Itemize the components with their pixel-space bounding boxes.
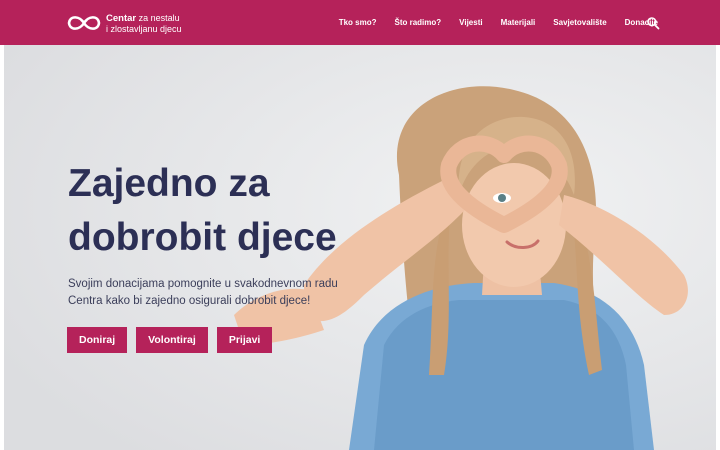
hero-title-line1: Zajedno za [68, 162, 270, 205]
hero-buttons: Doniraj Volontiraj Prijavi [67, 327, 281, 353]
nav-materijali[interactable]: Materijali [501, 18, 536, 27]
hero-subtitle: Svojim donacijama pomognite u svakodnevn… [68, 276, 388, 310]
logo-line2: i zlostavljanu djecu [106, 23, 182, 34]
nav-savjetovaliste[interactable]: Savjetovalište [553, 18, 606, 27]
search-icon[interactable] [646, 16, 660, 30]
main-nav: Tko smo? Što radimo? Vijesti Materijali … [321, 0, 658, 45]
site-logo[interactable]: Centar za nestalu i zlostavljanu djecu [66, 10, 186, 36]
volontiraj-button[interactable]: Volontiraj [136, 327, 208, 353]
hero-title-line2: dobrobit djece [68, 216, 337, 259]
hero-title: Zajedno za dobrobit djece [68, 157, 398, 265]
nav-sto-radimo[interactable]: Što radimo? [395, 18, 442, 27]
nav-tko-smo[interactable]: Tko smo? [339, 18, 377, 27]
logo-line1: za nestalu [138, 12, 180, 23]
logo-text: Centar za nestalu i zlostavljanu djecu [106, 13, 182, 34]
prijavi-button[interactable]: Prijavi [216, 327, 273, 353]
infinity-heart-logo-icon [67, 16, 101, 30]
hero-subtitle-line1: Svojim donacijama pomognite u svakodnevn… [68, 278, 338, 290]
nav-vijesti[interactable]: Vijesti [459, 18, 482, 27]
hero-banner: Zajedno za dobrobit djece Svojim donacij… [4, 45, 716, 450]
doniraj-button[interactable]: Doniraj [67, 327, 128, 353]
top-navigation-bar: Centar za nestalu i zlostavljanu djecu T… [0, 0, 720, 45]
hero-subtitle-line2: Centra kako bi zajedno osigurali dobrobi… [68, 295, 311, 307]
logo-bold: Centar [106, 12, 137, 24]
